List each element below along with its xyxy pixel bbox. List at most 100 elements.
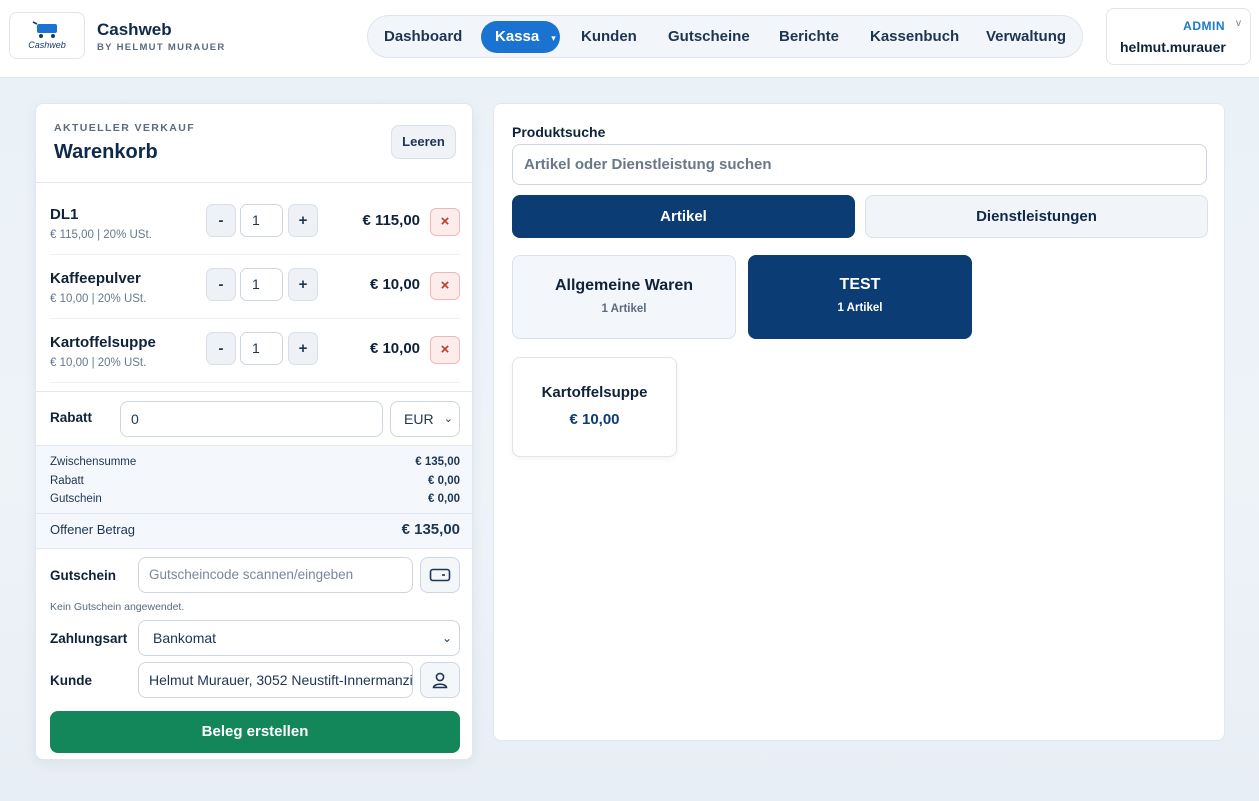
discount-label: Rabatt [50,410,93,425]
decrease-qty-button[interactable]: - [206,268,236,301]
cart-item-details: € 10,00 | 20% USt. [50,293,147,305]
voucher-label: Gutschein [50,568,117,583]
product-panel: Produktsuche Artikel oder Dienstleistung… [493,103,1225,741]
product-name: Kartoffelsuppe [541,384,648,401]
category-count: 1 Artikel [837,302,883,314]
decrease-qty-button[interactable]: - [206,332,236,365]
divider [36,391,472,392]
remove-item-button[interactable]: × [430,208,460,236]
cart-item-price: € 10,00 [369,340,420,357]
ticket-icon [429,568,451,582]
cart-item: Kartoffelsuppe € 10,00 | 20% USt. - 1 + … [36,332,472,398]
user-role: ADMIN [1183,19,1225,33]
open-amount-row: Offener Betrag € 135,00 [50,521,460,538]
tab-dienstleistungen[interactable]: Dienstleistungen [865,195,1208,238]
divider [36,182,472,183]
cart-title: Warenkorb [54,141,158,163]
customer-label: Kunde [50,673,92,688]
cart-item-name: Kartoffelsuppe [50,334,156,351]
clear-cart-button[interactable]: Leeren [391,125,456,159]
nav-kunden[interactable]: Kunden [581,21,637,53]
divider [50,254,460,255]
product-search-label: Produktsuche [512,124,606,140]
subtotal-label: Zwischensumme [50,456,137,468]
increase-qty-button[interactable]: + [288,204,318,237]
decrease-qty-button[interactable]: - [206,204,236,237]
nav-kassa[interactable]: Kassa ▾ [481,21,560,53]
voucher-input[interactable]: Gutscheincode scannen/eingeben [138,557,413,593]
qty-input[interactable]: 1 [240,204,283,237]
cart-item-name: Kaffeepulver [50,270,141,287]
voucher-hint: Kein Gutschein angewendet. [50,601,185,613]
divider [50,318,460,319]
user-icon [432,672,448,689]
discount-total-label: Rabatt [50,475,84,487]
nav-berichte[interactable]: Berichte [779,21,839,53]
increase-qty-button[interactable]: + [288,268,318,301]
discount-input[interactable]: 0 [120,401,383,437]
category-name: TEST [839,276,881,293]
discount-row: Rabatt € 0,00 [50,475,460,487]
product-card[interactable]: Kartoffelsuppe € 10,00 [512,357,677,457]
user-name: helmut.murauer [1120,39,1226,55]
discount-total-value: € 0,00 [428,475,460,487]
chevron-down-icon: ⌄ [443,413,453,425]
tab-artikel[interactable]: Artikel [512,195,855,238]
product-price: € 10,00 [569,411,620,428]
qty-input[interactable]: 1 [240,268,283,301]
cart-item-price: € 10,00 [369,276,420,293]
totals-summary: Zwischensumme € 135,00 Rabatt € 0,00 Gut… [36,445,472,549]
payment-method-value: Bankomat [153,630,217,646]
select-customer-button[interactable] [420,662,460,698]
nav-kassa-label: Kassa [495,28,540,45]
app-subtitle: BY HELMUT MURAUER [97,42,226,53]
cart-item-details: € 10,00 | 20% USt. [50,357,147,369]
category-card[interactable]: Allgemeine Waren 1 Artikel [512,255,736,339]
divider [50,382,460,383]
shopping-cart-icon [32,21,57,38]
cart-item-name: DL1 [50,206,79,223]
increase-qty-button[interactable]: + [288,332,318,365]
cart-panel: AKTUELLER VERKAUF Warenkorb Leeren DL1 €… [35,103,473,760]
subtotal-value: € 135,00 [415,456,460,468]
category-name: Allgemeine Waren [554,277,694,294]
qty-input[interactable]: 1 [240,332,283,365]
cart-item: DL1 € 115,00 | 20% USt. - 1 + € 115,00 × [36,204,472,270]
category-count: 1 Artikel [601,303,647,315]
chevron-down-icon: ⌄ [441,631,452,645]
divider [36,513,472,514]
nav-gutscheine[interactable]: Gutscheine [668,21,750,53]
product-search-input[interactable]: Artikel oder Dienstleistung suchen [512,144,1207,185]
customer-input[interactable]: Helmut Murauer, 3052 Neustift-Innermanzi… [138,662,413,698]
create-receipt-button[interactable]: Beleg erstellen [50,711,460,753]
scan-voucher-button[interactable] [420,557,460,593]
voucher-total-label: Gutschein [50,493,102,505]
payment-method-select[interactable]: Bankomat ⌄ [138,620,460,656]
voucher-row: Gutschein € 0,00 [50,493,460,505]
logo-text: Cashweb [28,40,66,50]
nav-kassenbuch[interactable]: Kassenbuch [870,21,959,53]
cart-item-details: € 115,00 | 20% USt. [50,229,152,241]
cart-item-price: € 115,00 [362,212,420,229]
remove-item-button[interactable]: × [430,272,460,300]
cart-kicker: AKTUELLER VERKAUF [54,122,196,134]
discount-unit-select[interactable]: EUR ⌄ [390,401,460,437]
open-amount-value: € 135,00 [401,521,460,538]
nav-dashboard[interactable]: Dashboard [384,21,462,53]
nav-verwaltung[interactable]: Verwaltung [986,21,1066,53]
chevron-down-icon: v [1236,18,1241,29]
remove-item-button[interactable]: × [430,336,460,364]
cart-item: Kaffeepulver € 10,00 | 20% USt. - 1 + € … [36,268,472,334]
top-bar: Cashweb Cashweb BY HELMUT MURAUER Dashbo… [0,0,1259,78]
user-menu[interactable]: ADMIN v helmut.murauer [1106,8,1251,65]
voucher-total-value: € 0,00 [428,493,460,505]
subtotal-row: Zwischensumme € 135,00 [50,456,460,468]
discount-unit-value: EUR [404,411,434,427]
app-logo[interactable]: Cashweb [9,12,85,59]
payment-label: Zahlungsart [50,631,128,646]
category-card[interactable]: TEST 1 Artikel [748,255,972,339]
app-title: Cashweb [97,20,172,39]
open-amount-label: Offener Betrag [50,522,136,537]
main-nav: Dashboard Kassa ▾ Kunden Gutscheine Beric… [367,15,1083,58]
chevron-down-icon: ▾ [551,33,556,43]
